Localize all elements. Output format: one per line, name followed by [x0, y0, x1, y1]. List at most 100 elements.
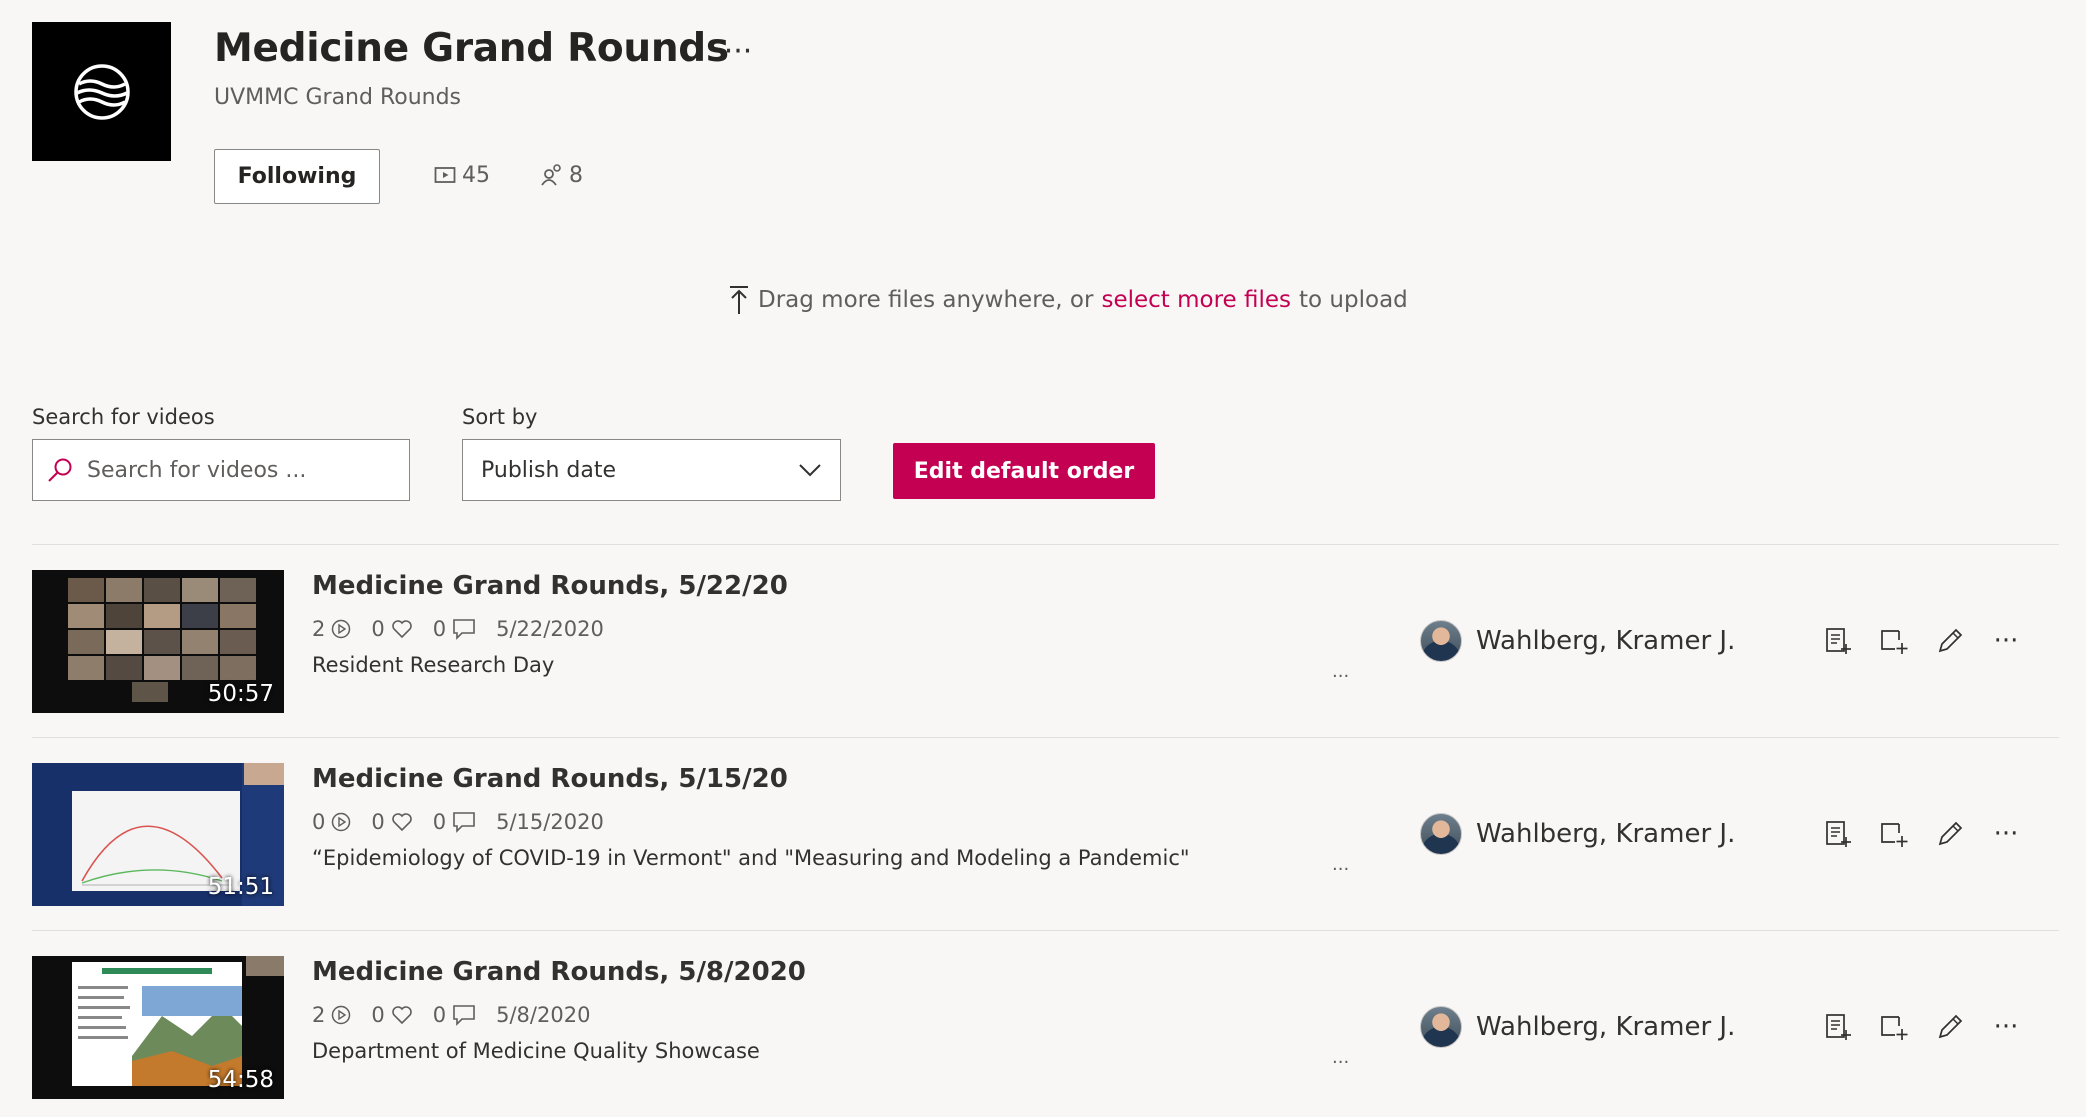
- video-row[interactable]: 50:57 Medicine Grand Rounds, 5/22/20 2 0…: [32, 544, 2059, 737]
- followers-icon: [541, 164, 561, 186]
- views-count: 0: [312, 810, 326, 834]
- owner-name: Wahlberg, Kramer J.: [1476, 626, 1736, 656]
- add-icon: [1881, 823, 1908, 847]
- upload-dropzone[interactable]: Drag more files anywhere, or select more…: [728, 282, 1408, 318]
- avatar: [1420, 813, 1462, 855]
- sort-label: Sort by: [462, 405, 538, 429]
- edit-default-order-button[interactable]: Edit default order: [893, 443, 1155, 499]
- upload-prefix-text: Drag more files anywhere, or: [758, 287, 1094, 313]
- add-to-playlist-button[interactable]: [1822, 818, 1854, 850]
- waves-logo-icon: [73, 63, 130, 120]
- video-more-options-button[interactable]: ···: [1990, 1011, 2022, 1043]
- comment-icon: [453, 1005, 475, 1026]
- add-to-playlist-button[interactable]: [1822, 1011, 1854, 1043]
- publish-date: 5/8/2020: [496, 1003, 591, 1027]
- video-meta: 0 0 0 5/15/2020: [312, 810, 624, 834]
- channel-more-options-button[interactable]: ···: [718, 30, 758, 74]
- comments-stat: 0: [433, 1003, 476, 1027]
- video-icon: [434, 167, 456, 183]
- video-owner[interactable]: Wahlberg, Kramer J.: [1420, 620, 1735, 662]
- video-count: 45: [462, 162, 490, 188]
- video-duration: 54:58: [207, 1067, 274, 1093]
- channel-title: Medicine Grand Rounds: [214, 26, 729, 71]
- follower-count-stat: 8: [541, 160, 583, 190]
- comment-icon: [453, 812, 475, 833]
- search-input[interactable]: [87, 457, 387, 483]
- chevron-down-icon: [799, 464, 821, 477]
- video-row[interactable]: 51:51 Medicine Grand Rounds, 5/15/20 0 0…: [32, 737, 2059, 930]
- sort-dropdown[interactable]: Publish date: [462, 439, 841, 501]
- likes-count: 0: [371, 810, 385, 834]
- heart-icon: [391, 813, 412, 832]
- pencil-icon: [1938, 628, 1963, 653]
- video-description: Resident Research Day: [312, 653, 555, 677]
- add-to-list-icon: [1826, 1014, 1851, 1040]
- owner-name: Wahlberg, Kramer J.: [1476, 819, 1736, 849]
- video-more-options-button[interactable]: ···: [1990, 818, 2022, 850]
- video-title-link[interactable]: Medicine Grand Rounds, 5/15/20: [312, 764, 788, 794]
- video-more-options-button[interactable]: ···: [1990, 625, 2022, 657]
- publish-date: 5/15/2020: [496, 810, 604, 834]
- video-thumbnail[interactable]: 50:57: [32, 570, 284, 713]
- follower-count: 8: [569, 162, 583, 188]
- comment-icon: [453, 619, 475, 640]
- likes-count: 0: [371, 617, 385, 641]
- likes-stat: 0: [371, 1003, 412, 1027]
- select-more-files-link[interactable]: select more files: [1101, 287, 1291, 313]
- views-stat: 0: [312, 810, 351, 834]
- add-to-list-icon: [1826, 628, 1851, 654]
- video-count-stat: 45: [434, 160, 490, 190]
- description-expand-button[interactable]: ...: [1332, 1047, 1349, 1068]
- pencil-icon: [1938, 821, 1963, 846]
- video-description: “Epidemiology of COVID-19 in Vermont" an…: [312, 846, 1190, 870]
- likes-count: 0: [371, 1003, 385, 1027]
- channel-subtitle: UVMMC Grand Rounds: [214, 85, 462, 110]
- video-thumbnail[interactable]: 51:51: [32, 763, 284, 906]
- play-circle-icon: [332, 1005, 351, 1025]
- search-icon: [48, 458, 72, 482]
- avatar: [1420, 1006, 1462, 1048]
- views-count: 2: [312, 617, 326, 641]
- views-stat: 2: [312, 617, 351, 641]
- play-circle-icon: [332, 619, 351, 639]
- search-label: Search for videos: [32, 405, 215, 429]
- sort-selected-value: Publish date: [481, 457, 617, 483]
- upload-arrow-icon: [730, 286, 748, 314]
- video-row[interactable]: 54:58 Medicine Grand Rounds, 5/8/2020 2 …: [32, 930, 2059, 1117]
- add-to-group-button[interactable]: [1878, 818, 1910, 850]
- add-to-list-icon: [1826, 821, 1851, 847]
- video-duration: 51:51: [207, 874, 274, 900]
- add-to-playlist-button[interactable]: [1822, 625, 1854, 657]
- video-thumbnail[interactable]: 54:58: [32, 956, 284, 1099]
- likes-stat: 0: [371, 617, 412, 641]
- avatar: [1420, 620, 1462, 662]
- publish-date: 5/22/2020: [496, 617, 604, 641]
- following-button[interactable]: Following: [214, 149, 380, 204]
- add-icon: [1881, 630, 1908, 654]
- row-actions: ···: [1822, 625, 2022, 657]
- row-actions: ···: [1822, 1011, 2022, 1043]
- edit-video-button[interactable]: [1934, 625, 1966, 657]
- add-icon: [1881, 1016, 1908, 1040]
- video-meta: 2 0 0 5/8/2020: [312, 1003, 610, 1027]
- video-list: 50:57 Medicine Grand Rounds, 5/22/20 2 0…: [32, 544, 2059, 1117]
- edit-video-button[interactable]: [1934, 1011, 1966, 1043]
- search-box[interactable]: [32, 439, 410, 501]
- description-expand-button[interactable]: ...: [1332, 661, 1349, 682]
- description-expand-button[interactable]: ...: [1332, 854, 1349, 875]
- video-description: Department of Medicine Quality Showcase: [312, 1039, 760, 1063]
- play-circle-icon: [332, 812, 351, 832]
- video-meta: 2 0 0 5/22/2020: [312, 617, 624, 641]
- video-title-link[interactable]: Medicine Grand Rounds, 5/22/20: [312, 571, 788, 601]
- row-actions: ···: [1822, 818, 2022, 850]
- video-owner[interactable]: Wahlberg, Kramer J.: [1420, 813, 1735, 855]
- add-to-group-button[interactable]: [1878, 1011, 1910, 1043]
- comments-stat: 0: [433, 810, 476, 834]
- video-owner[interactable]: Wahlberg, Kramer J.: [1420, 1006, 1735, 1048]
- edit-video-button[interactable]: [1934, 818, 1966, 850]
- add-to-group-button[interactable]: [1878, 625, 1910, 657]
- likes-stat: 0: [371, 810, 412, 834]
- upload-suffix-text: to upload: [1299, 287, 1408, 313]
- video-title-link[interactable]: Medicine Grand Rounds, 5/8/2020: [312, 957, 806, 987]
- comments-count: 0: [432, 810, 447, 834]
